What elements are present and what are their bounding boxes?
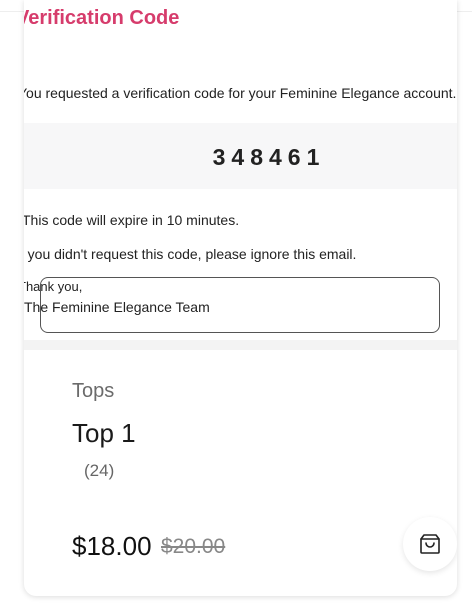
email-heading: Verification Code	[24, 7, 180, 29]
add-to-cart-button[interactable]	[403, 517, 457, 571]
product-category: Tops	[72, 380, 115, 402]
shopping-bag-icon	[420, 534, 440, 554]
expiry-note: This code will expire in 10 minutes.	[24, 212, 240, 228]
review-count: (24)	[84, 461, 115, 480]
email-intro: You requested a verification code for yo…	[24, 85, 457, 101]
current-price: $18.00	[72, 531, 152, 561]
original-price: $20.00	[161, 535, 226, 558]
divider	[24, 340, 457, 350]
product-title[interactable]: Top 1	[72, 418, 136, 449]
ignore-note: If you didn't request this code, please …	[24, 246, 357, 262]
selection-highlight-box	[40, 277, 440, 333]
verification-code: 348461	[212, 144, 326, 170]
code-box: 348461	[24, 123, 457, 189]
